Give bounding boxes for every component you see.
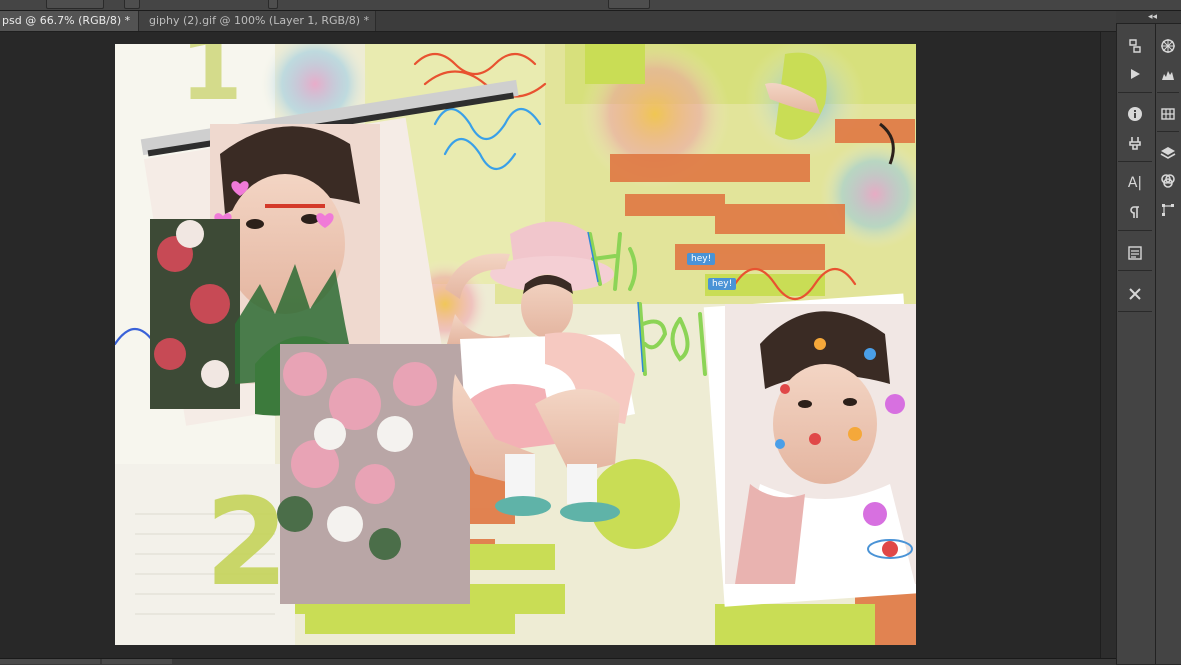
swatches-panel-button[interactable]	[1155, 101, 1181, 127]
paragraph-panel-button[interactable]	[1116, 199, 1154, 225]
histogram-icon	[1162, 71, 1174, 80]
layers-panel-button[interactable]	[1155, 140, 1181, 166]
number-one: 1	[180, 44, 243, 121]
tools-icon	[1129, 288, 1141, 300]
document-tab-bar: psd @ 66.7% (RGB/8) *× giphy (2).gif @ 1…	[0, 11, 1116, 32]
number-two: 2	[205, 474, 289, 613]
notes-panel-button[interactable]	[1116, 240, 1154, 266]
history-panel-button[interactable]	[1116, 33, 1154, 59]
layers-icon	[1160, 147, 1176, 159]
info-panel-button[interactable]	[1116, 101, 1154, 127]
notes-icon	[1128, 246, 1142, 260]
actions-panel-button[interactable]	[1116, 61, 1154, 87]
info-icon	[1128, 107, 1142, 121]
tab-document-psd[interactable]: psd @ 66.7% (RGB/8) *×	[0, 11, 139, 31]
pilcrow-icon	[1130, 206, 1139, 218]
compass-icon	[1161, 39, 1175, 53]
double-chevron-icon: ◂◂	[1147, 12, 1157, 22]
paths-icon	[1162, 204, 1174, 216]
channels-panel-button[interactable]	[1155, 168, 1181, 194]
clone-stamp-icon	[1129, 137, 1141, 150]
grid-icon	[1161, 108, 1175, 120]
vertical-scrollbar[interactable]	[1100, 32, 1117, 660]
character-panel-button[interactable]: A|	[1116, 170, 1154, 196]
options-bar-control[interactable]	[268, 0, 278, 9]
options-bar-control[interactable]	[608, 0, 650, 9]
clone-source-panel-button[interactable]	[1116, 130, 1154, 156]
play-icon	[1131, 69, 1140, 79]
sticker-hey: hey!	[708, 278, 737, 290]
collage-artwork: 1 2	[115, 44, 916, 645]
character-icon: A|	[1127, 175, 1143, 191]
document-canvas[interactable]: 1 2 hey! hey!	[115, 44, 916, 645]
tab-document-giphy[interactable]: giphy (2).gif @ 100% (Layer 1, RGB/8) *×	[139, 11, 376, 31]
collapse-panels-button[interactable]: ◂◂	[1116, 11, 1181, 24]
paths-panel-button[interactable]	[1155, 197, 1181, 223]
sticker-hey: hey!	[687, 253, 716, 265]
history-icon	[1129, 39, 1141, 53]
navigator-panel-button[interactable]	[1155, 33, 1181, 59]
tab-label: giphy (2).gif @ 100% (Layer 1, RGB/8) *	[149, 14, 370, 27]
histogram-panel-button[interactable]	[1155, 61, 1181, 87]
channels-icon	[1161, 174, 1175, 188]
options-bar	[0, 0, 1181, 11]
options-bar-control[interactable]	[124, 0, 140, 9]
tool-presets-panel-button[interactable]	[1116, 281, 1154, 307]
tab-label: psd @ 66.7% (RGB/8) *	[2, 14, 131, 27]
options-bar-control[interactable]	[46, 0, 104, 9]
